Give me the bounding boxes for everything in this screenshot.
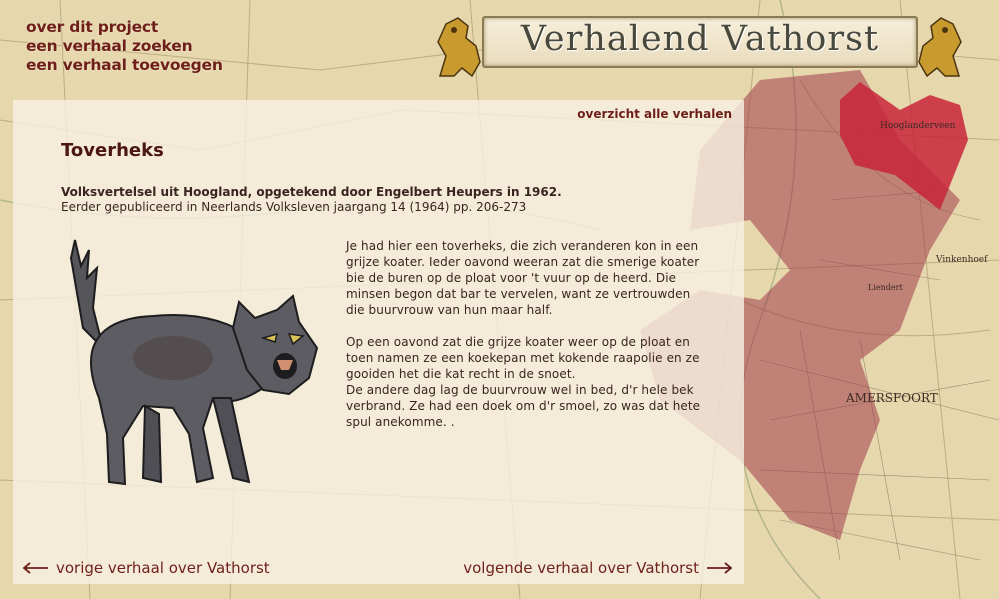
svg-text:Vinkenhoef: Vinkenhoef [935,255,988,265]
next-story-link[interactable]: volgende verhaal over Vathorst [463,559,733,577]
overview-all-stories-link[interactable]: overzicht alle verhalen [577,107,732,121]
story-paragraph: Op een oavond zat die grijze koater weer… [346,335,700,381]
story-paragraph: Je had hier een toverheks, die zich vera… [346,239,700,317]
previous-story-link[interactable]: vorige verhaal over Vathorst [22,559,270,577]
top-navigation: over dit project een verhaal zoeken een … [26,18,223,75]
site-logo[interactable]: Verhalend Vathorst [432,10,967,80]
right-arrow-icon [707,562,733,574]
previous-story-label: vorige verhaal over Vathorst [56,559,270,577]
svg-text:Liendert: Liendert [868,283,903,292]
story-paragraph: De andere dag lag de buurvrouw wel in be… [346,383,701,429]
site-title: Verhalend Vathorst [520,19,880,59]
cat-illustration [69,239,319,486]
nav-add-story[interactable]: een verhaal toevoegen [26,56,223,75]
svg-text:AMERSFOORT: AMERSFOORT [845,391,938,405]
story-source: Volksvertelsel uit Hoogland, opgetekend … [61,185,562,215]
nav-about-project[interactable]: over dit project [26,18,223,37]
lion-icon [437,17,481,78]
nav-search-story[interactable]: een verhaal zoeken [26,37,223,56]
lion-icon [918,17,962,78]
left-arrow-icon [22,562,48,574]
story-panel: overzicht alle verhalen Toverheks Volksv… [13,100,744,584]
svg-text:Hooglanderveen: Hooglanderveen [880,121,956,131]
next-story-label: volgende verhaal over Vathorst [463,559,699,577]
story-text: Je had hier een toverheks, die zich vera… [346,238,711,446]
story-title: Toverheks [61,140,164,161]
story-source-bold: Volksvertelsel uit Hoogland, opgetekend … [61,185,562,199]
story-publication: Eerder gepubliceerd in Neerlands Volksle… [61,200,527,214]
